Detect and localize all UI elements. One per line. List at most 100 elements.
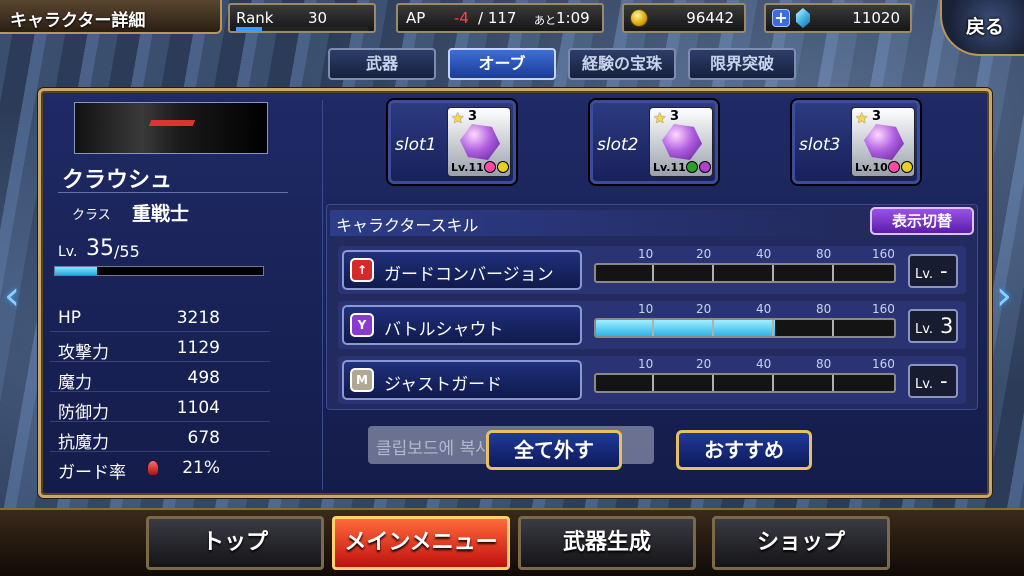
level-progress-bar [54,266,264,276]
gauge-tick-label: 20 [696,247,712,261]
skill-level-box: Lv. - [908,254,958,288]
gauge-tick-label: 10 [638,247,654,261]
skill-row[interactable]: Y バトルシャウト 10 20 40 80 160 Lv. 3 [338,301,966,349]
star-icon: ★ [653,109,667,127]
tab-exp-orb[interactable]: 経験の宝珠 [568,48,676,80]
gauge-separator [832,265,834,281]
level-max: /55 [114,242,140,261]
name-divider [58,192,288,193]
skill-gauge [594,263,896,283]
gauge-tick-label: 80 [816,247,832,261]
stat-row-hp: HP 3218 [50,304,270,332]
gauge-tick-label: 160 [872,247,895,261]
gil-display: 96442 [622,3,746,33]
stat-value: 498 [187,368,220,388]
stat-label: 魔力 [58,373,92,393]
nav-weapon-craft-button[interactable]: 武器生成 [518,516,696,570]
nav-shop-button[interactable]: ショップ [712,516,890,570]
nav-main-menu-button[interactable]: メインメニュー [332,516,510,570]
gauge-tick-label: 80 [816,357,832,371]
rank-display: Rank 30 [228,3,376,33]
element-gem-icon [901,161,913,173]
gauge-tick-label: 40 [756,357,772,371]
tab-weapon[interactable]: 武器 [328,48,436,80]
skill-level-value: - [940,369,948,393]
skill-name-box: Y バトルシャウト [342,305,582,345]
element-gem-icon [699,161,711,173]
gem-display: + 11020 [764,3,912,33]
tab-limit-break[interactable]: 限界突破 [688,48,796,80]
star-count: 3 [670,109,680,124]
element-gem-icon [497,161,509,173]
slot-label: slot3 [799,135,841,155]
star-count: 3 [872,109,882,124]
gauge-separator [712,320,714,336]
skill-level-value: 3 [940,314,954,338]
stat-label: 攻撃力 [58,343,109,363]
tab-orb[interactable]: オーブ [448,48,556,80]
stat-row-resistance: 抗魔力 678 [50,424,270,453]
nav-top-button[interactable]: トップ [146,516,324,570]
unequip-all-button[interactable]: 全て外す [486,430,622,470]
gauge-separator [832,375,834,391]
back-label: 戻る [966,16,1005,38]
gauge-tick-label: 160 [872,357,895,371]
skill-gauge-fill [596,320,775,336]
ap-max: / 117 [478,9,517,27]
recommend-button[interactable]: おすすめ [676,430,812,470]
skill-row[interactable]: M ジャストガード 10 20 40 80 160 Lv. - [338,356,966,404]
level-progress-fill [55,267,97,275]
stat-row-guard-rate: ガード率 21% [50,454,270,483]
panel-divider [322,100,323,490]
display-toggle-button[interactable]: 表示切替 [870,207,974,235]
gauge-tick-label: 80 [816,302,832,316]
gauge-tick-label: 10 [638,357,654,371]
guard-flame-icon [148,461,158,475]
class-label: クラス [72,208,111,223]
gauge-tick-label: 10 [638,302,654,316]
next-character-arrow-icon[interactable]: › [996,268,1018,324]
rank-progress-bar [236,27,368,31]
gray-shield-m-icon: M [350,368,374,392]
back-button[interactable]: 戻る [940,0,1024,56]
orb-level: Lv.11 [451,161,484,174]
rank-label: Rank [236,9,274,27]
prev-character-arrow-icon[interactable]: ‹ [4,268,26,324]
portrait-visor-detail [148,120,196,126]
screen-title: キャラクター詳細 [0,0,222,34]
skill-row[interactable]: ↑ ガードコンバージョン 10 20 40 80 160 Lv. - [338,246,966,294]
level-value: 35 [86,236,114,261]
stat-value: 678 [187,428,220,448]
skill-header: キャラクタースキル [336,216,479,235]
skill-level-box: Lv. - [908,364,958,398]
orb-slot-3[interactable]: slot3 ★ 3 Lv.10 [792,100,920,184]
gauge-tick-label: 40 [756,302,772,316]
skill-name-box: M ジャストガード [342,360,582,400]
skill-level-prefix: Lv. [915,322,934,337]
purple-orb-icon [460,124,500,160]
skill-name: バトルシャウト [384,320,504,340]
gauge-separator [652,375,654,391]
skill-gauge [594,373,896,393]
orb-level: Lv.11 [653,161,686,174]
skill-level-value: - [940,259,948,283]
stat-value: 21% [182,458,220,478]
gauge-separator [652,265,654,281]
stat-label: 抗魔力 [58,433,109,453]
gem-value: 11020 [852,9,900,27]
stat-label: HP [58,308,82,328]
blue-crystal-icon [796,8,810,28]
orb-slot-2[interactable]: slot2 ★ 3 Lv.11 [590,100,718,184]
purchase-plus-button[interactable]: + [772,9,790,27]
ap-next-time: 1:09 [556,9,590,27]
element-gem-icon [888,161,900,173]
orb-slot-1[interactable]: slot1 ★ 3 Lv.11 [388,100,516,184]
gauge-tick-label: 20 [696,302,712,316]
star-icon: ★ [855,109,869,127]
skill-level-box: Lv. 3 [908,309,958,343]
skill-name: ジャストガード [384,375,503,395]
purple-orb-icon [662,124,702,160]
stat-value: 3218 [176,308,220,328]
gauge-separator [772,320,774,336]
gauge-separator [712,265,714,281]
